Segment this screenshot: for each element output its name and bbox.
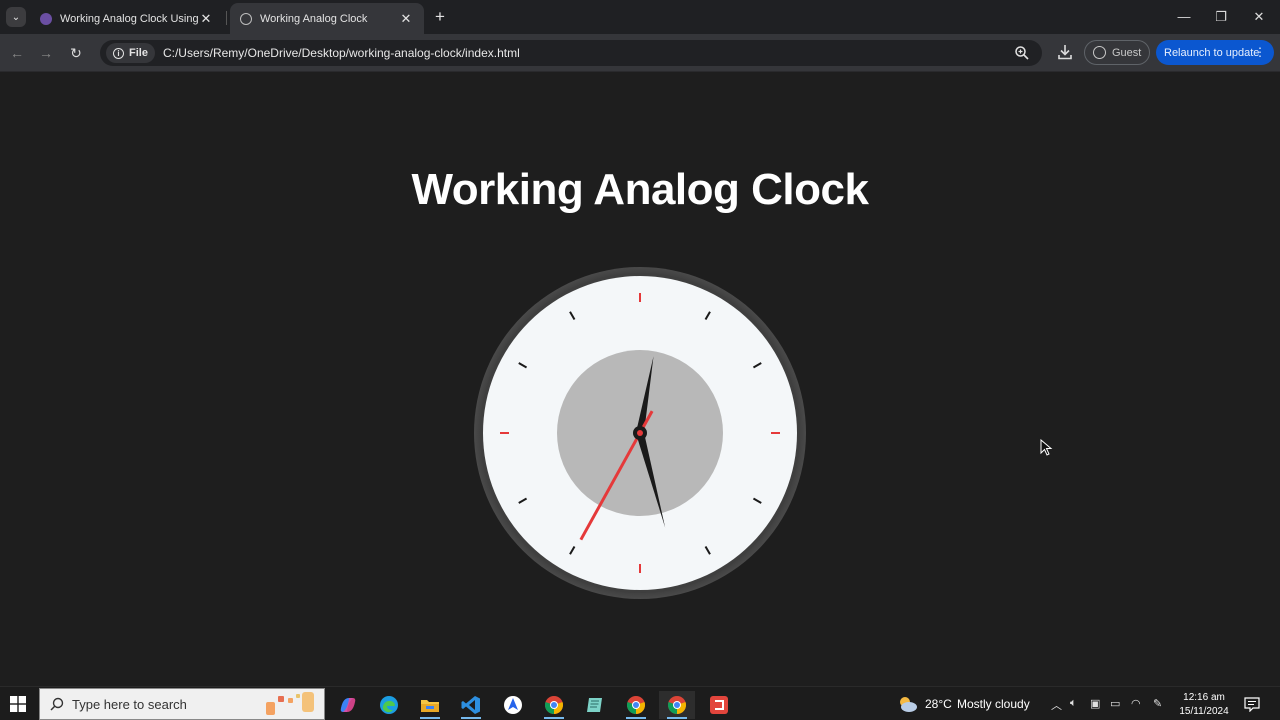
chrome-icon — [667, 696, 687, 714]
security-icon[interactable]: ▣ — [1090, 697, 1100, 710]
tab-search-button[interactable]: ⌄ — [6, 7, 26, 27]
weather-condition[interactable]: Mostly cloudy — [957, 697, 1030, 711]
taskbar-app-vscode[interactable] — [453, 691, 489, 719]
restore-button[interactable]: ❐ — [1209, 6, 1233, 28]
tab-inactive[interactable]: Working Analog Clock Using HTML ✕ — [30, 3, 224, 34]
reload-button[interactable]: ↻ — [66, 43, 86, 63]
search-input[interactable] — [72, 696, 252, 712]
mouse-cursor-icon — [1040, 439, 1053, 456]
app-running-indicator — [420, 717, 440, 719]
chrome-icon — [626, 696, 646, 714]
copilot-icon — [340, 698, 356, 712]
tab-title: Working Analog Clock — [260, 12, 368, 25]
clock-center-dot — [637, 430, 643, 436]
app-running-indicator — [667, 717, 687, 719]
taskbar-search[interactable] — [39, 688, 325, 720]
site-info-chip[interactable]: i File — [106, 43, 155, 63]
weather-cloudy-icon — [900, 697, 917, 712]
tab-favicon-icon — [40, 12, 52, 25]
tab-strip: ⌄ Working Analog Clock Using HTML ✕ Work… — [0, 0, 1280, 34]
minimize-button[interactable]: — — [1172, 6, 1196, 28]
tab-close-icon[interactable]: ✕ — [398, 11, 414, 27]
taskbar-app-generic[interactable] — [495, 691, 531, 719]
search-highlight-icon — [266, 692, 314, 715]
download-icon[interactable] — [1056, 43, 1074, 61]
zoom-icon[interactable] — [1014, 45, 1030, 61]
app-running-indicator — [461, 717, 481, 719]
wifi-icon[interactable]: ◠ — [1131, 697, 1141, 710]
taskbar-app-file-explorer[interactable] — [412, 691, 448, 719]
battery-icon[interactable]: ▭ — [1110, 697, 1120, 710]
notifications-icon[interactable] — [1244, 696, 1260, 712]
search-icon — [50, 697, 64, 711]
vscode-icon — [461, 696, 480, 714]
guest-profile-button[interactable]: Guest — [1084, 40, 1150, 65]
page-viewport: Working Analog Clock — [5, 73, 1275, 685]
page-title: Working Analog Clock — [411, 165, 869, 214]
reload-icon: ↻ — [70, 45, 82, 61]
edge-icon — [380, 696, 398, 714]
show-hidden-icons-icon[interactable]: ︿ — [1051, 697, 1062, 713]
forward-button[interactable]: → — [36, 43, 56, 63]
system-clock[interactable]: 12:16 am 15/11/2024 — [1170, 691, 1238, 719]
app-running-indicator — [544, 717, 564, 719]
weather-temperature[interactable]: 28°C — [925, 697, 952, 711]
new-tab-button[interactable]: + — [432, 8, 448, 26]
back-button[interactable]: ← — [7, 43, 27, 63]
relaunch-button[interactable]: Relaunch to update ⋮ — [1156, 40, 1274, 65]
arrow-right-icon: → — [39, 45, 53, 61]
scheme-label: File — [129, 47, 148, 59]
taskbar-app-chrome-3[interactable] — [659, 691, 695, 719]
close-window-button[interactable]: ✕ — [1247, 6, 1271, 28]
tab-active[interactable]: Working Analog Clock ✕ — [230, 3, 424, 34]
pen-icon[interactable]: ✎ — [1153, 697, 1162, 710]
system-time: 12:16 am — [1183, 692, 1225, 703]
more-menu-icon[interactable]: ⋮ — [1254, 45, 1266, 59]
taskbar-app-chrome-1[interactable] — [536, 691, 572, 719]
app-icon — [504, 696, 522, 714]
chevron-down-icon: ⌄ — [11, 11, 21, 23]
taskbar-app-capcut[interactable] — [701, 691, 737, 719]
guest-label: Guest — [1112, 46, 1142, 59]
windows-start-icon[interactable] — [10, 696, 26, 712]
taskbar-app-chrome-2[interactable] — [618, 691, 654, 719]
globe-icon — [240, 12, 252, 25]
windows-taskbar: 28°C Mostly cloudy ︿ 🔈︎ ▣ ▭ ◠ ✎ 12:16 am… — [0, 686, 1280, 720]
taskbar-app-edge[interactable] — [371, 691, 407, 719]
tab-close-icon[interactable]: ✕ — [198, 11, 214, 27]
person-icon — [1093, 46, 1106, 59]
capcut-icon — [710, 696, 728, 714]
analog-clock — [474, 267, 806, 599]
tab-separator — [226, 11, 227, 25]
chrome-icon — [544, 696, 564, 714]
url-text[interactable]: C:/Users/Remy/OneDrive/Desktop/working-a… — [163, 46, 520, 60]
volume-icon[interactable]: 🔈︎ — [1070, 697, 1077, 710]
address-bar[interactable]: i File C:/Users/Remy/OneDrive/Desktop/wo… — [100, 40, 1042, 66]
app-running-indicator — [626, 717, 646, 719]
system-date: 15/11/2024 — [1179, 706, 1229, 717]
notes-icon — [587, 698, 602, 712]
arrow-left-icon: ← — [10, 45, 24, 61]
relaunch-label: Relaunch to update — [1164, 46, 1260, 59]
file-explorer-icon — [421, 700, 439, 712]
info-icon: i — [113, 47, 124, 59]
taskbar-app-copilot[interactable] — [330, 691, 366, 719]
tab-title: Working Analog Clock Using HTML — [60, 12, 198, 25]
taskbar-app-notes[interactable] — [577, 691, 613, 719]
